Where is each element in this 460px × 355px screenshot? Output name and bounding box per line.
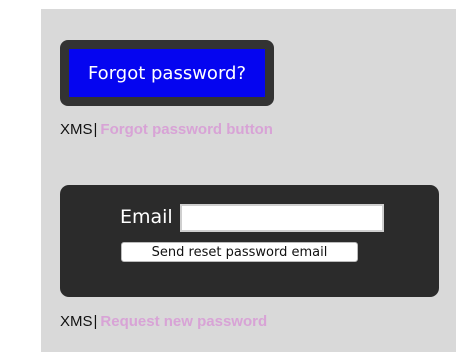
caption-separator: | — [93, 313, 98, 330]
demo-panel: Forgot password? XMS| Forgot password but… — [41, 9, 456, 352]
forgot-password-caption: XMS| Forgot password button — [60, 121, 273, 138]
caption-separator: | — [93, 121, 98, 138]
email-input[interactable] — [180, 204, 384, 232]
caption-prefix: XMS — [60, 121, 93, 138]
caption-prefix: XMS — [60, 313, 93, 330]
send-reset-email-button[interactable]: Send reset password email — [121, 242, 358, 262]
forgot-password-link[interactable]: Forgot password button — [100, 121, 272, 138]
request-password-card: Email Send reset password email — [60, 185, 439, 297]
forgot-password-button[interactable]: Forgot password? — [69, 49, 265, 97]
request-new-password-link[interactable]: Request new password — [100, 313, 267, 330]
email-label: Email — [120, 206, 173, 228]
request-password-caption: XMS| Request new password — [60, 313, 267, 330]
forgot-password-frame: Forgot password? — [60, 40, 274, 106]
